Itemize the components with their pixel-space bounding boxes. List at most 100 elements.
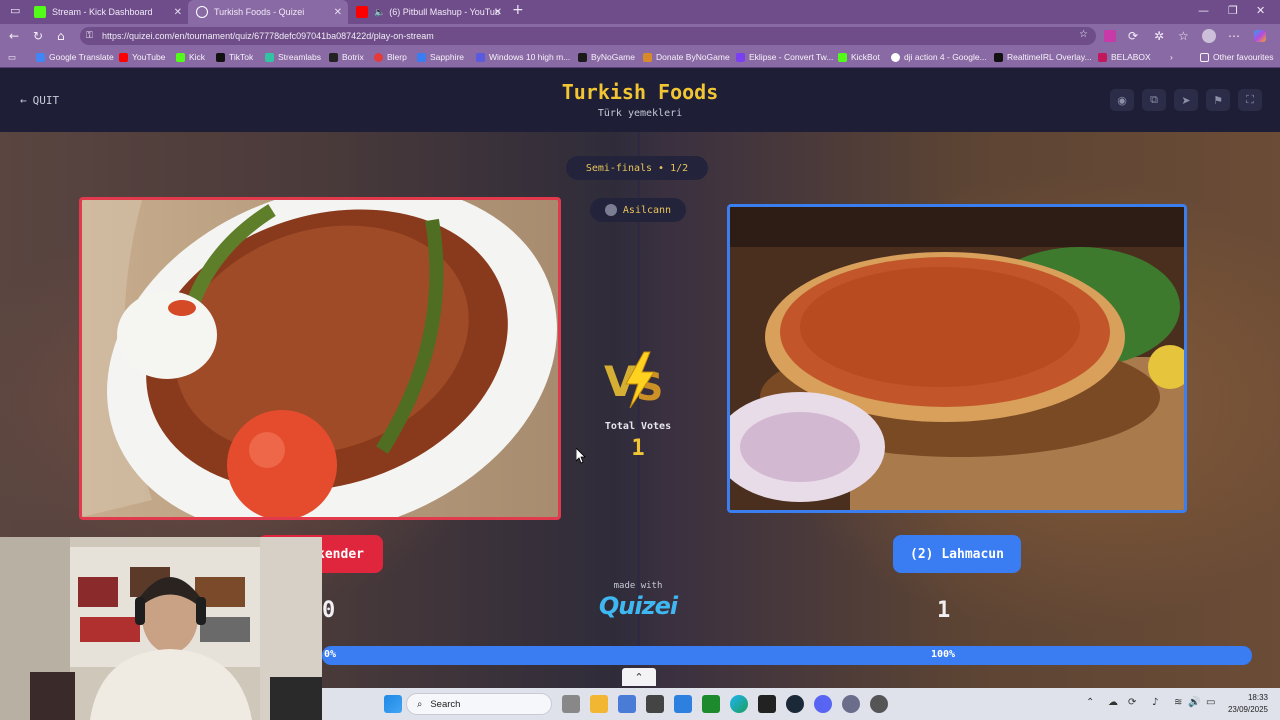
close-tab-icon[interactable]: ✕ [494, 7, 502, 18]
realtimeirl-icon [994, 52, 1003, 62]
url-input[interactable]: ⚿ https://quizei.com/en/tournament/quiz/… [80, 27, 1096, 45]
steam-icon[interactable] [786, 695, 804, 713]
folder-icon [1200, 52, 1209, 62]
bookmarks-menu-icon[interactable]: ▭ [8, 52, 16, 63]
bookmark-dji[interactable]: dji action 4 - Google... [891, 52, 987, 62]
copy-icon[interactable]: ⧉ [1142, 89, 1166, 111]
google-icon [891, 52, 900, 62]
more-icon[interactable]: ⋯ [1228, 29, 1240, 43]
bookmark-label: KickBot [851, 52, 880, 62]
bookmark-youtube[interactable]: YouTube [119, 52, 165, 62]
windows-taskbar: ⌕ Search ⌃ ☁ ⟳ ♪ ≋ 🔊 ▭ 18:33 23/09/2025 [322, 688, 1280, 720]
tab-actions-icon[interactable]: ▭ [10, 4, 20, 17]
wifi-icon[interactable]: ≋ [1174, 697, 1182, 708]
tab-title: Stream - Kick Dashboard [52, 7, 153, 17]
taskbar-search[interactable]: ⌕ Search [406, 693, 552, 715]
close-tab-icon[interactable]: ✕ [174, 7, 182, 18]
favorite-star-icon[interactable]: ☆ [1079, 29, 1088, 40]
extensions-puzzle-icon[interactable]: ✲ [1154, 29, 1164, 43]
other-favourites[interactable]: Other favourites [1200, 52, 1273, 62]
bookmark-kick[interactable]: Kick [176, 52, 205, 62]
home-icon[interactable]: ⌂ [57, 29, 65, 43]
fullscreen-icon[interactable]: ⛶ [1238, 89, 1262, 111]
search-icon: ⌕ [417, 698, 423, 710]
battery-icon[interactable]: ▭ [1206, 697, 1215, 708]
sync-icon[interactable]: ⟳ [1128, 697, 1136, 708]
maximize-icon[interactable]: ❐ [1228, 4, 1238, 17]
epic-games-icon[interactable] [758, 695, 776, 713]
system-clock[interactable]: 18:33 23/09/2025 [1228, 692, 1268, 716]
bookmark-google-translate[interactable]: Google Translate [36, 52, 114, 62]
bookmark-windows10[interactable]: Windows 10 high m... [476, 52, 570, 62]
copilot-icon[interactable] [1254, 30, 1266, 42]
tab-quizei[interactable]: Turkish Foods - Quizei ✕ [188, 0, 348, 24]
left-choice-image[interactable] [79, 197, 561, 520]
profile-avatar[interactable] [1202, 29, 1216, 43]
chevron-right-icon[interactable]: › [1170, 52, 1173, 62]
discord-icon[interactable] [814, 695, 832, 713]
bookmark-label: Eklipse - Convert Tw... [749, 52, 834, 62]
bookmark-donate-bynogame[interactable]: Donate ByNoGame [643, 52, 730, 62]
favorites-icon[interactable]: ☆ [1178, 29, 1189, 43]
bookmark-tiktok[interactable]: TikTok [216, 52, 253, 62]
sapphire-icon [417, 52, 426, 62]
azure-icon[interactable] [674, 695, 692, 713]
share-icon[interactable]: ➤ [1174, 89, 1198, 111]
bookmark-eklipse[interactable]: Eklipse - Convert Tw... [736, 52, 833, 62]
search-label: Search [430, 698, 461, 710]
microphone-icon[interactable]: ♪ [1152, 697, 1158, 708]
bookmark-botrix[interactable]: Botrix [329, 52, 364, 62]
close-window-icon[interactable]: ✕ [1256, 4, 1265, 17]
bookmark-label: Blerp [387, 52, 407, 62]
bookmark-label: TikTok [229, 52, 254, 62]
bookmark-label: Windows 10 high m... [489, 52, 571, 62]
refresh-extension-icon[interactable]: ⟳ [1128, 29, 1138, 43]
close-tab-icon[interactable]: ✕ [334, 7, 342, 18]
app-icon[interactable] [842, 695, 860, 713]
bookmark-kickbot[interactable]: KickBot [838, 52, 880, 62]
bookmark-label: Kick [189, 52, 206, 62]
xbox-icon[interactable] [702, 695, 720, 713]
bookmark-belabox[interactable]: BELABOX [1098, 52, 1151, 62]
user-badge: Asilcann [590, 198, 686, 222]
task-view-icon[interactable] [562, 695, 580, 713]
flag-icon[interactable]: ⚑ [1206, 89, 1230, 111]
vote-progress-fill [322, 646, 1252, 665]
obs-icon[interactable] [870, 695, 888, 713]
cloud-icon[interactable]: ☁ [1108, 697, 1118, 708]
tab-kick-dashboard[interactable]: Stream - Kick Dashboard ✕ [26, 0, 188, 24]
eye-icon[interactable]: ◉ [1110, 89, 1134, 111]
url-text: https://quizei.com/en/tournament/quiz/67… [102, 31, 434, 41]
volume-icon[interactable]: 🔊 [1188, 697, 1200, 708]
tab-youtube[interactable]: 🔈 (6) Pitbull Mashup - YouTub ✕ [348, 0, 508, 24]
vote-right-button[interactable]: (2) Lahmacun [893, 535, 1021, 573]
bookmark-realtimeirl[interactable]: RealtimeIRL Overlay... [994, 52, 1092, 62]
back-icon[interactable]: ← [9, 29, 19, 43]
new-tab-icon[interactable]: + [512, 2, 524, 18]
app-icon[interactable] [646, 695, 664, 713]
right-percent: 100% [931, 649, 956, 660]
extension-icon[interactable] [1104, 30, 1116, 42]
windows-start-icon[interactable] [384, 695, 402, 713]
donate-icon [643, 52, 652, 62]
bookmark-label: Other favourites [1213, 52, 1274, 62]
bookmark-sapphire[interactable]: Sapphire [417, 52, 464, 62]
right-choice-image[interactable] [727, 204, 1187, 513]
minimize-icon[interactable]: — [1198, 4, 1209, 17]
edge-icon[interactable] [730, 695, 748, 713]
made-with-label: made with [613, 581, 663, 591]
lock-icon[interactable]: ⚿ [86, 30, 93, 41]
refresh-icon[interactable]: ↻ [33, 29, 43, 43]
bookmark-streamlabs[interactable]: Streamlabs [265, 52, 321, 62]
chevron-up-icon[interactable]: ⌃ [1086, 697, 1094, 708]
streamlabs-icon [265, 52, 274, 62]
user-name: Asilcann [622, 204, 672, 216]
tiktok-icon [216, 52, 225, 62]
quizei-logo[interactable]: Quizei [588, 592, 688, 620]
chevron-up-icon[interactable]: ⌃ [622, 668, 656, 686]
store-icon[interactable] [618, 695, 636, 713]
bookmark-blerp[interactable]: Blerp [374, 52, 407, 62]
bookmark-label: RealtimeIRL Overlay... [1007, 52, 1092, 62]
bookmark-bynogame[interactable]: ByNoGame [578, 52, 635, 62]
file-explorer-icon[interactable] [590, 695, 608, 713]
